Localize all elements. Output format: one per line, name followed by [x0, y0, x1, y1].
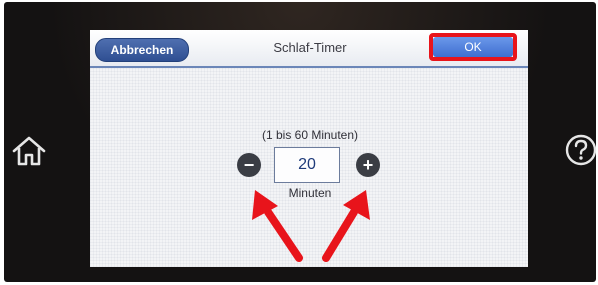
- range-label: (1 bis 60 Minuten): [261, 128, 359, 142]
- home-icon[interactable]: [10, 135, 48, 167]
- plus-icon[interactable]: +: [356, 153, 380, 177]
- ok-button[interactable]: OK: [433, 37, 513, 57]
- cancel-button[interactable]: Abbrechen: [95, 38, 189, 62]
- unit-label: Minuten: [288, 186, 332, 200]
- dialog-header: Abbrechen Schlaf-Timer OK: [90, 30, 528, 68]
- dialog-title: Schlaf-Timer: [273, 40, 347, 55]
- touch-screen: Abbrechen Schlaf-Timer OK (1 bis 60 Minu…: [90, 30, 528, 267]
- timer-value-field[interactable]: 20: [274, 147, 340, 183]
- help-icon[interactable]: [564, 133, 598, 167]
- minus-icon[interactable]: −: [237, 153, 261, 177]
